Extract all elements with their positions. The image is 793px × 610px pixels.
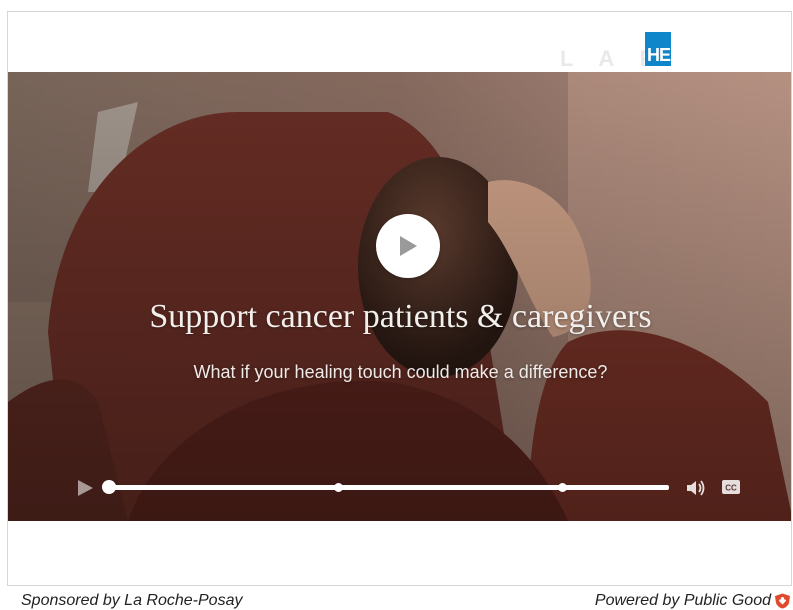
chapter-marker[interactable] xyxy=(334,483,344,492)
chapter-marker[interactable] xyxy=(558,483,568,492)
powered-by-label[interactable]: Powered by Public Good xyxy=(595,592,771,610)
sponsored-label[interactable]: Sponsored by La Roche-Posay xyxy=(21,592,242,610)
brand-strip: L A F HE xyxy=(8,12,791,72)
ad-card: L A F HE Support cancer patients & careg… xyxy=(7,11,792,586)
video-subheadline: What if your healing touch could make a … xyxy=(193,362,608,382)
control-play-icon[interactable] xyxy=(75,478,95,498)
closed-captions-icon[interactable]: CC xyxy=(722,480,740,494)
video-controls: CC xyxy=(8,472,791,504)
footer: Sponsored by La Roche-Posay Powered by P… xyxy=(0,586,793,609)
progress-knob[interactable] xyxy=(102,480,116,494)
video-player[interactable]: Support cancer patients & caregivers Wha… xyxy=(8,72,791,521)
sponsor-logo[interactable]: L A F HE xyxy=(560,32,760,71)
play-button[interactable] xyxy=(376,214,440,278)
play-icon xyxy=(400,236,417,256)
video-headline: Support cancer patients & caregivers xyxy=(149,298,652,335)
public-good-shield-icon[interactable] xyxy=(774,593,791,609)
logo-block-text: HE xyxy=(647,45,671,65)
progress-bar[interactable] xyxy=(102,480,669,494)
video-poster-image xyxy=(8,72,791,521)
volume-icon[interactable] xyxy=(684,477,706,499)
svg-text:CC: CC xyxy=(725,484,737,493)
logo-block: HE xyxy=(645,32,671,66)
